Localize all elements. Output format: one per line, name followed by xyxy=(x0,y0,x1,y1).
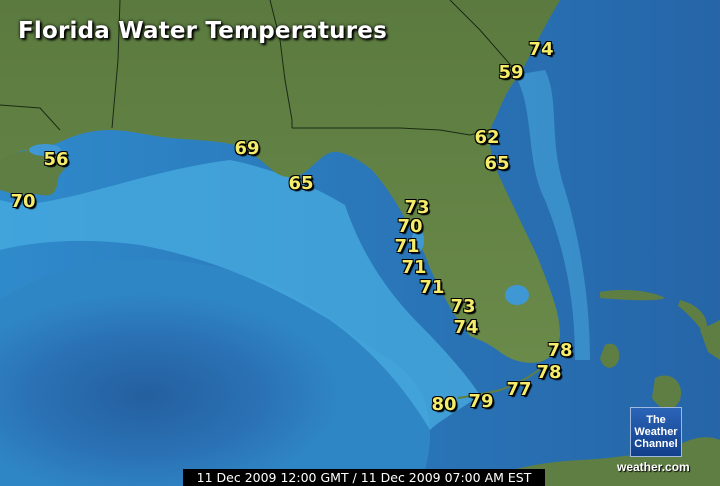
weather-channel-logo: The Weather Channel xyxy=(630,407,682,457)
temp-label: 62 xyxy=(474,127,500,148)
map-title: Florida Water Temperatures xyxy=(18,18,387,44)
temp-label: 71 xyxy=(401,257,427,278)
temp-label: 69 xyxy=(234,138,260,159)
florida-water-temperature-map: Florida Water Temperatures 74 59 62 65 6… xyxy=(0,0,720,486)
weather-com-url: weather.com xyxy=(617,460,690,474)
temp-label: 59 xyxy=(498,62,524,83)
temp-label: 73 xyxy=(404,197,430,218)
temp-label: 71 xyxy=(394,236,420,257)
temp-label: 79 xyxy=(468,391,494,412)
temp-label: 70 xyxy=(10,191,36,212)
temp-label: 78 xyxy=(536,362,562,383)
timestamp-bar: 11 Dec 2009 12:00 GMT / 11 Dec 2009 07:0… xyxy=(183,469,545,486)
temp-label: 74 xyxy=(528,39,554,60)
temp-label: 73 xyxy=(450,296,476,317)
logo-line-2: Weather xyxy=(634,426,678,438)
temp-label: 65 xyxy=(484,153,510,174)
lake-okeechobee xyxy=(505,285,529,305)
temp-label: 71 xyxy=(419,277,445,298)
logo-line-1: The xyxy=(646,414,666,426)
temp-label: 65 xyxy=(288,173,314,194)
logo-line-3: Channel xyxy=(634,438,678,450)
temp-label: 74 xyxy=(453,317,479,338)
temp-label: 80 xyxy=(431,394,457,415)
temp-label: 77 xyxy=(506,379,532,400)
temp-label: 70 xyxy=(397,216,423,237)
map-background xyxy=(0,0,720,486)
temp-label: 56 xyxy=(43,149,69,170)
temp-label: 78 xyxy=(547,340,573,361)
